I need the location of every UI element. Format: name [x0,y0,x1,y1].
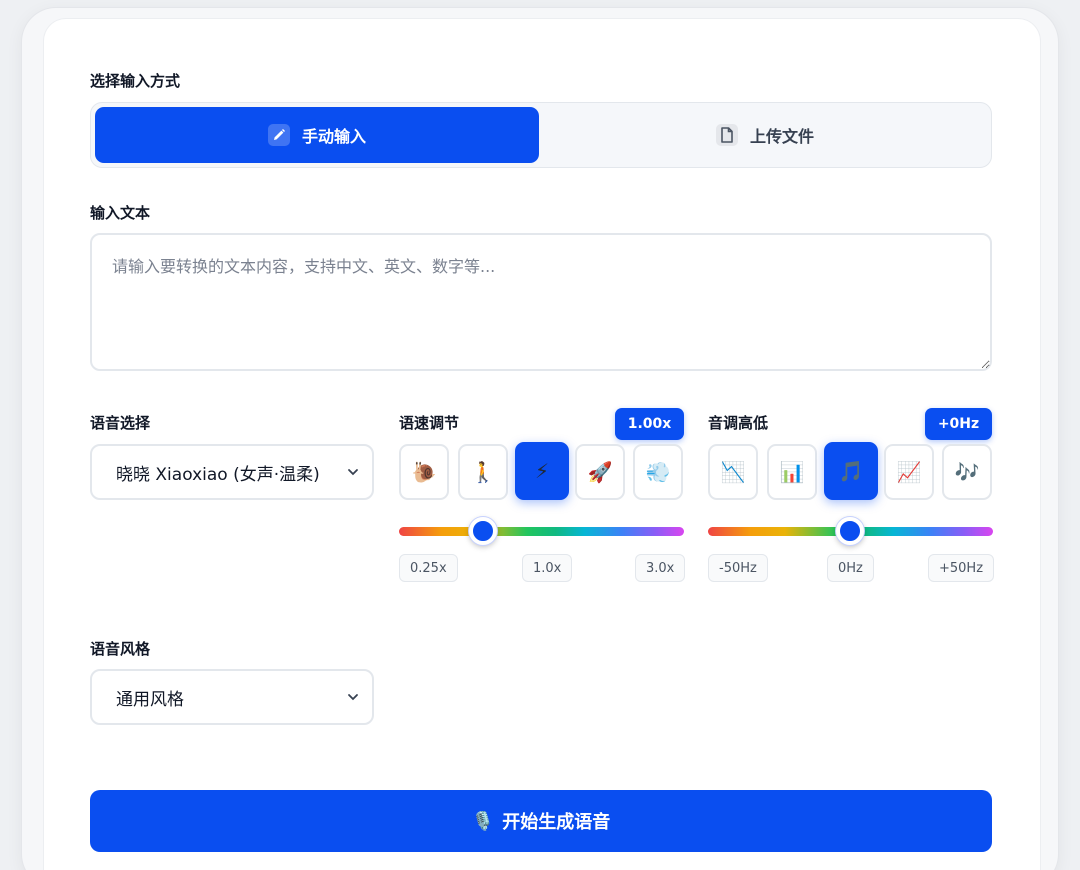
voice-label: 语音选择 [90,414,151,432]
speed-value-badge: 1.00x [615,408,684,440]
pitch-preset-chart-down-icon[interactable]: 📉 [708,444,758,500]
chart-up-icon: 📈 [896,460,922,484]
pitch-tick-mid: 0Hz [827,554,874,582]
speed-preset-rocket-icon[interactable]: 🚀 [575,444,625,500]
generate-speech-label: 开始生成语音 [502,812,611,833]
pitch-preset-bar-chart-icon[interactable]: 📊 [767,444,817,500]
bar-chart-icon: 📊 [779,460,805,484]
chevron-down-icon [348,694,358,701]
pitch-preset-music-notes-icon[interactable]: 🎶 [942,444,992,500]
voice-select[interactable]: 晓晓 Xiaoxiao (女声·温柔) [90,444,374,500]
rocket-icon: 🚀 [587,460,613,484]
text-input-area[interactable] [90,233,992,371]
pitch-tick-min: -50Hz [708,554,768,582]
speed-label: 语速调节 [399,414,460,432]
upload-file-label: 上传文件 [749,127,814,146]
speed-preset-walking-icon[interactable]: 🚶 [458,444,508,500]
music-note-icon: 🎵 [838,459,864,483]
text-input-label: 输入文本 [90,204,151,222]
speed-tick-mid: 1.0x [522,554,573,582]
wind-icon: 💨 [645,460,671,484]
upload-file-tab[interactable]: 上传文件 [543,107,987,163]
generate-speech-button[interactable]: 🎙️ 开始生成语音 [90,790,992,852]
chart-down-icon: 📉 [720,460,746,484]
input-mode-label: 选择输入方式 [90,72,181,90]
pitch-tick-max: +50Hz [928,554,995,582]
style-label: 语音风格 [90,640,151,658]
speed-preset-wind-icon[interactable]: 💨 [633,444,683,500]
pitch-label: 音调高低 [708,414,769,432]
manual-input-label: 手动输入 [301,127,366,146]
input-mode-toggle: 手动输入 上传文件 [90,102,992,168]
microphone-icon: 🎙️ [471,810,495,832]
pitch-slider-thumb[interactable] [836,517,864,545]
pitch-value-badge: +0Hz [925,408,992,440]
file-icon [715,124,738,146]
speed-preset-lightning-icon[interactable]: ⚡ [515,442,569,500]
pitch-preset-chart-up-icon[interactable]: 📈 [884,444,934,500]
speed-slider-track[interactable] [399,527,684,536]
walking-icon: 🚶 [470,460,496,484]
music-notes-icon: 🎶 [954,460,980,484]
style-select[interactable]: 通用风格 [90,669,374,725]
chevron-down-icon [348,469,358,476]
pencil-icon [267,124,290,146]
lightning-icon: ⚡ [534,459,550,483]
snail-icon: 🐌 [411,460,437,484]
speed-tick-max: 3.0x [635,554,686,582]
voice-select-value: 晓晓 Xiaoxiao (女声·温柔) [116,464,320,485]
speed-slider-thumb[interactable] [469,517,497,545]
pitch-preset-music-note-icon[interactable]: 🎵 [824,442,878,500]
style-select-value: 通用风格 [116,689,184,710]
speed-preset-snail-icon[interactable]: 🐌 [399,444,449,500]
speed-tick-min: 0.25x [399,554,458,582]
manual-input-tab[interactable]: 手动输入 [95,107,539,163]
